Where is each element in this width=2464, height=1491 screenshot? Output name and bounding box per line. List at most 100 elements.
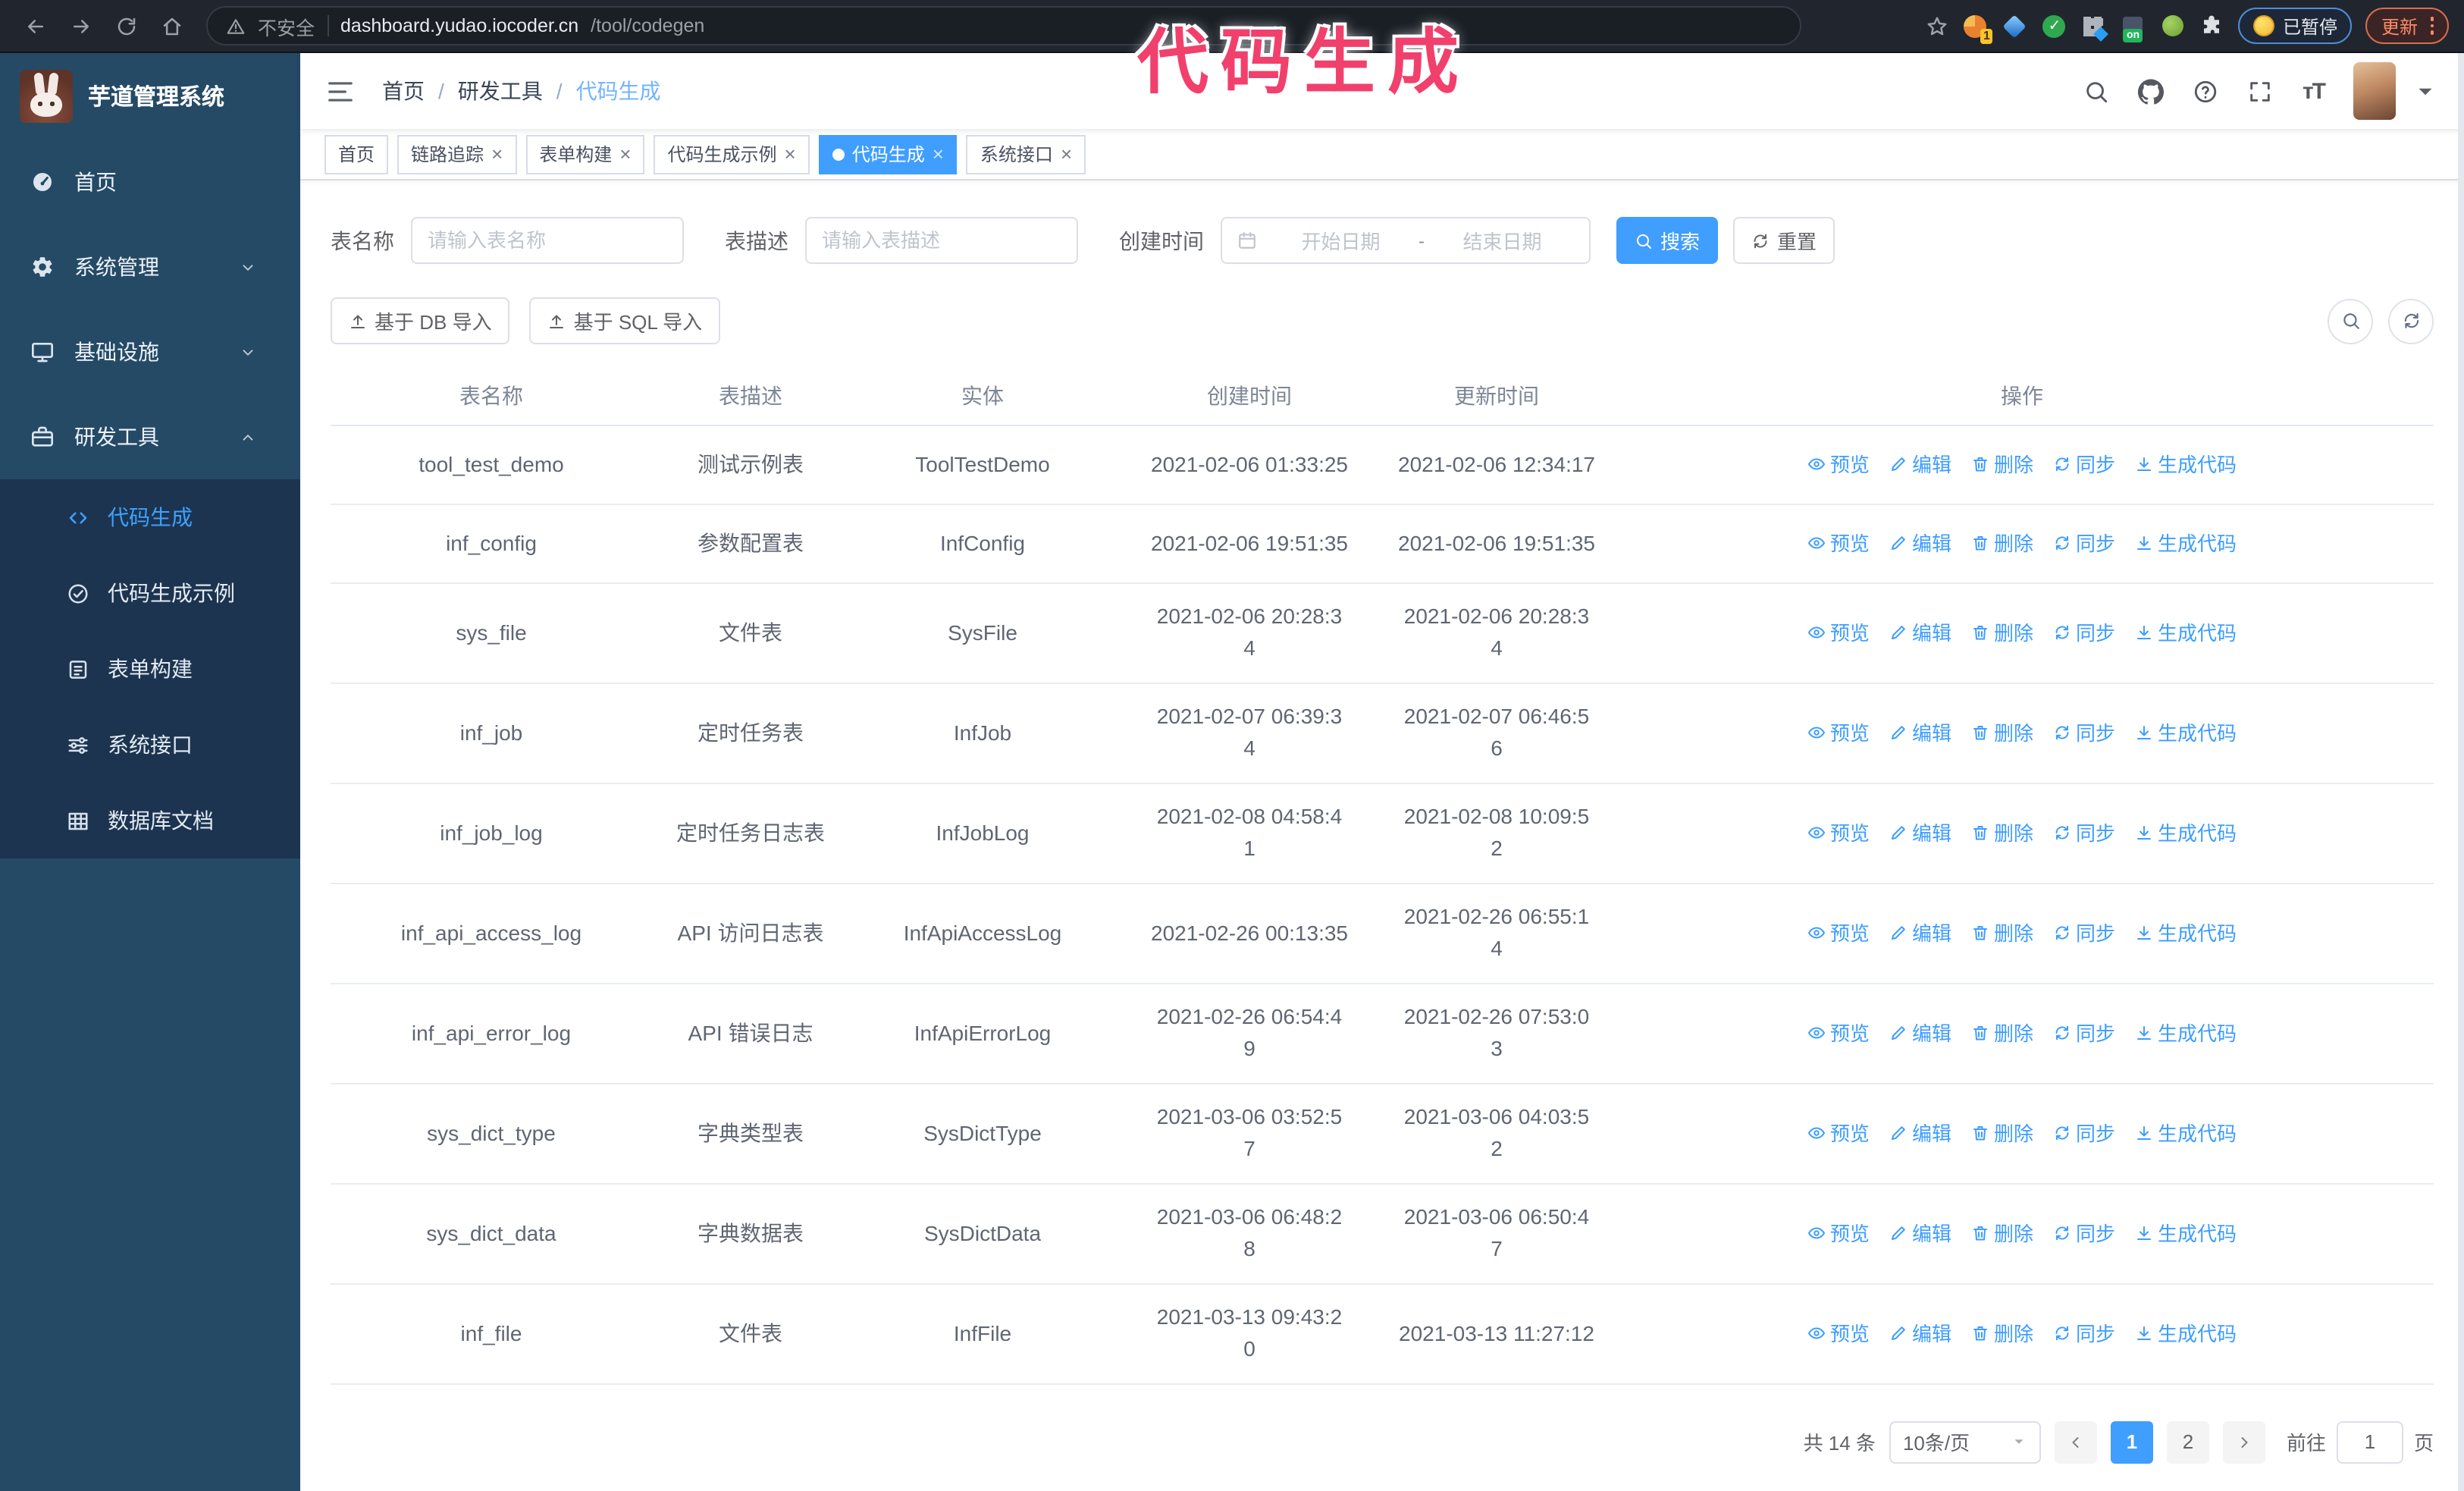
address-bar[interactable]: 不安全 dashboard.yudao.iocoder.cn/tool/code… [206,6,1801,46]
sidebar-item-codegen[interactable]: 代码生成 [0,479,300,555]
preview-button[interactable]: 预览 [1807,448,1870,480]
tab-system-api[interactable]: 系统接口 × [966,134,1086,174]
search-button[interactable]: 搜索 [1616,217,1719,264]
generate-code-button[interactable]: 生成代码 [2135,817,2237,849]
page-size-select[interactable]: 10条/页 [1889,1420,2041,1463]
sync-button[interactable]: 同步 [2053,917,2115,949]
sidebar-item-system[interactable]: 系统管理 [0,224,300,309]
extensions-puzzle-icon[interactable] [2199,13,2225,39]
tab-codegen-example[interactable]: 代码生成示例 × [654,134,810,174]
delete-button[interactable]: 删除 [1971,1217,2033,1249]
table-desc-input[interactable] [805,217,1078,264]
delete-button[interactable]: 删除 [1971,527,2033,559]
date-range-picker[interactable]: 开始日期 - 结束日期 [1221,217,1591,264]
kebab-menu-icon[interactable] [2430,17,2434,35]
fullscreen-icon[interactable] [2248,78,2274,104]
extension-check-icon[interactable]: ✓ [2042,13,2067,39]
goto-page-input[interactable] [2336,1420,2403,1463]
generate-code-button[interactable]: 生成代码 [2135,1017,2237,1049]
sidebar-item-infra[interactable]: 基础设施 [0,309,300,394]
profile-chip[interactable]: 已暂停 [2238,8,2353,44]
generate-code-button[interactable]: 生成代码 [2135,448,2237,480]
toggle-search-button[interactable] [2328,298,2373,344]
sidebar-item-devtools[interactable]: 研发工具 [0,394,300,479]
delete-button[interactable]: 删除 [1971,817,2033,849]
generate-code-button[interactable]: 生成代码 [2135,1117,2237,1149]
sidebar-item-form-builder[interactable]: 表单构建 [0,631,300,707]
edit-button[interactable]: 编辑 [1889,817,1951,849]
delete-button[interactable]: 删除 [1971,617,2033,648]
edit-button[interactable]: 编辑 [1889,1117,1951,1149]
sidebar-item-codegen-example[interactable]: 代码生成示例 [0,555,300,631]
sync-button[interactable]: 同步 [2053,527,2115,559]
tab-form-builder[interactable]: 表单构建 × [525,134,645,174]
generate-code-button[interactable]: 生成代码 [2135,1317,2237,1349]
github-icon[interactable] [2138,78,2165,104]
delete-button[interactable]: 删除 [1971,1117,2033,1149]
sync-button[interactable]: 同步 [2053,1217,2115,1249]
page-button-2[interactable]: 2 [2166,1420,2209,1463]
sync-button[interactable]: 同步 [2053,448,2115,480]
edit-button[interactable]: 编辑 [1889,1217,1951,1249]
back-icon[interactable] [15,6,56,46]
hamburger-icon[interactable] [326,77,355,105]
reset-button[interactable]: 重置 [1733,217,1835,264]
table-name-input[interactable] [411,217,684,264]
sync-button[interactable]: 同步 [2053,1017,2115,1049]
preview-button[interactable]: 预览 [1807,1017,1870,1049]
home-icon[interactable] [152,6,193,46]
generate-code-button[interactable]: 生成代码 [2135,717,2237,749]
sync-button[interactable]: 同步 [2053,817,2115,849]
import-db-button[interactable]: 基于 DB 导入 [331,297,510,344]
edit-button[interactable]: 编辑 [1889,527,1951,559]
bookmark-star-icon[interactable] [1926,14,1949,37]
generate-code-button[interactable]: 生成代码 [2135,617,2237,648]
forward-icon[interactable] [61,6,102,46]
generate-code-button[interactable]: 生成代码 [2135,917,2237,949]
update-button[interactable]: 更新 [2365,8,2449,44]
breadcrumb-devtools[interactable]: 研发工具 [458,76,543,106]
close-icon[interactable]: × [491,144,503,164]
preview-button[interactable]: 预览 [1807,1317,1870,1349]
extension-bug-icon[interactable] [2160,13,2186,39]
edit-button[interactable]: 编辑 [1889,1317,1951,1349]
sync-button[interactable]: 同步 [2053,1117,2115,1149]
delete-button[interactable]: 删除 [1971,717,2033,749]
reload-icon[interactable] [106,6,147,46]
font-size-icon[interactable]: тT [2303,78,2326,104]
preview-button[interactable]: 预览 [1807,527,1870,559]
refresh-table-button[interactable] [2388,298,2434,344]
edit-button[interactable]: 编辑 [1889,717,1951,749]
sync-button[interactable]: 同步 [2053,717,2115,749]
next-page-button[interactable] [2222,1420,2265,1463]
tab-trace[interactable]: 链路追踪 × [397,134,517,174]
sync-button[interactable]: 同步 [2053,1317,2115,1349]
sidebar-item-db-doc[interactable]: 数据库文档 [0,783,300,859]
scrollbar[interactable] [2458,53,2464,1491]
edit-button[interactable]: 编辑 [1889,617,1951,648]
sidebar-item-home[interactable]: 首页 [0,140,300,224]
sync-button[interactable]: 同步 [2053,617,2115,648]
delete-button[interactable]: 删除 [1971,448,2033,480]
edit-button[interactable]: 编辑 [1889,448,1951,480]
search-icon[interactable] [2084,78,2110,104]
avatar-caret-icon[interactable] [2412,78,2438,104]
preview-button[interactable]: 预览 [1807,717,1870,749]
close-icon[interactable]: × [785,144,796,164]
app-logo[interactable]: 芋道管理系统 [0,53,300,140]
delete-button[interactable]: 删除 [1971,1017,2033,1049]
generate-code-button[interactable]: 生成代码 [2135,1217,2237,1249]
tab-home[interactable]: 首页 [324,134,389,174]
close-icon[interactable]: × [933,144,944,164]
import-sql-button[interactable]: 基于 SQL 导入 [529,297,721,344]
close-icon[interactable]: × [619,144,631,164]
extension-grid-icon[interactable] [2081,13,2109,41]
edit-button[interactable]: 编辑 [1889,1017,1951,1049]
preview-button[interactable]: 预览 [1807,1117,1870,1149]
user-avatar[interactable] [2353,62,2396,120]
extension-gem-icon[interactable] [2002,13,2028,39]
sidebar-item-system-api[interactable]: 系统接口 [0,707,300,783]
delete-button[interactable]: 删除 [1971,1317,2033,1349]
breadcrumb-home[interactable]: 首页 [382,76,425,106]
extension-1-icon[interactable]: 1 [1963,13,1993,43]
